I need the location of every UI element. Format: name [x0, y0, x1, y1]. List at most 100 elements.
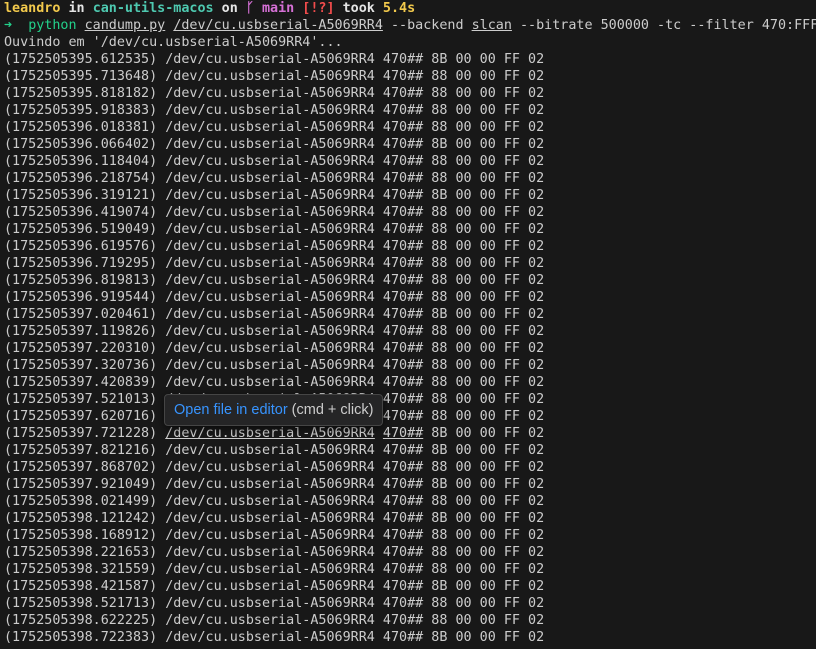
- frame-device[interactable]: /dev/cu.usbserial-A5069RR4: [165, 171, 375, 186]
- frame-data: 8B 00 00 FF 02: [431, 137, 545, 152]
- frame-device[interactable]: /dev/cu.usbserial-A5069RR4: [165, 579, 375, 594]
- frame-device[interactable]: /dev/cu.usbserial-A5069RR4: [165, 256, 375, 271]
- frame-device[interactable]: /dev/cu.usbserial-A5069RR4: [165, 69, 375, 84]
- frame-data: 88 00 00 FF 02: [431, 154, 545, 169]
- frame-data: 88 00 00 FF 02: [431, 596, 545, 611]
- frame-device[interactable]: /dev/cu.usbserial-A5069RR4: [165, 562, 375, 577]
- command-device-link[interactable]: /dev/cu.usbserial-A5069RR4: [173, 18, 383, 33]
- frame-timestamp: (1752505397.868702): [4, 460, 158, 475]
- prompt-user: leandro: [4, 1, 61, 16]
- frame-row: (1752505396.218754) /dev/cu.usbserial-A5…: [4, 170, 816, 187]
- frame-data: 88 00 00 FF 02: [431, 171, 545, 186]
- frame-data: 88 00 00 FF 02: [431, 613, 545, 628]
- frame-device[interactable]: /dev/cu.usbserial-A5069RR4: [165, 120, 375, 135]
- frame-row: (1752505396.118404) /dev/cu.usbserial-A5…: [4, 153, 816, 170]
- frame-device[interactable]: /dev/cu.usbserial-A5069RR4: [165, 86, 375, 101]
- frame-row: (1752505395.713648) /dev/cu.usbserial-A5…: [4, 68, 816, 85]
- frame-device[interactable]: /dev/cu.usbserial-A5069RR4: [165, 358, 375, 373]
- frame-row: (1752505397.821216) /dev/cu.usbserial-A5…: [4, 442, 816, 459]
- frame-device[interactable]: /dev/cu.usbserial-A5069RR4: [165, 307, 375, 322]
- frame-timestamp: (1752505397.721228): [4, 426, 158, 441]
- frame-id: 470##: [382, 188, 424, 203]
- frame-row: (1752505396.419074) /dev/cu.usbserial-A5…: [4, 204, 816, 221]
- frame-device[interactable]: /dev/cu.usbserial-A5069RR4: [165, 222, 375, 237]
- frame-row: (1752505398.121242) /dev/cu.usbserial-A5…: [4, 510, 816, 527]
- frame-data: 88 00 00 FF 02: [431, 86, 545, 101]
- open-file-link[interactable]: Open file in editor: [174, 402, 288, 418]
- frame-row: (1752505397.220310) /dev/cu.usbserial-A5…: [4, 340, 816, 357]
- frame-id: 470##: [382, 511, 424, 526]
- frame-device[interactable]: /dev/cu.usbserial-A5069RR4: [165, 239, 375, 254]
- frame-row: (1752505397.721228) /dev/cu.usbserial-A5…: [4, 425, 816, 442]
- frame-device[interactable]: /dev/cu.usbserial-A5069RR4: [165, 52, 375, 67]
- prompt-directory: can-utils-macos: [92, 1, 214, 16]
- frame-row: (1752505395.612535) /dev/cu.usbserial-A5…: [4, 51, 816, 68]
- frame-device[interactable]: /dev/cu.usbserial-A5069RR4: [165, 103, 375, 118]
- frame-id: 470##: [382, 392, 424, 407]
- frame-id: 470##: [382, 324, 424, 339]
- command-script-link[interactable]: candump.py: [85, 18, 166, 33]
- frame-device[interactable]: /dev/cu.usbserial-A5069RR4: [165, 324, 375, 339]
- frame-device[interactable]: /dev/cu.usbserial-A5069RR4: [165, 290, 375, 305]
- frame-device[interactable]: /dev/cu.usbserial-A5069RR4: [165, 426, 375, 441]
- command-program: python: [28, 18, 77, 33]
- frame-device[interactable]: /dev/cu.usbserial-A5069RR4: [165, 205, 375, 220]
- frame-device[interactable]: /dev/cu.usbserial-A5069RR4: [165, 528, 375, 543]
- frame-timestamp: (1752505397.320736): [4, 358, 158, 373]
- frame-device[interactable]: /dev/cu.usbserial-A5069RR4: [165, 477, 375, 492]
- frame-id: 470##: [382, 52, 424, 67]
- frame-device[interactable]: /dev/cu.usbserial-A5069RR4: [165, 341, 375, 356]
- frame-row: (1752505397.320736) /dev/cu.usbserial-A5…: [4, 357, 816, 374]
- frame-device[interactable]: /dev/cu.usbserial-A5069RR4: [165, 511, 375, 526]
- frame-data: 88 00 00 FF 02: [431, 494, 545, 509]
- frame-row: (1752505396.819813) /dev/cu.usbserial-A5…: [4, 272, 816, 289]
- frame-timestamp: (1752505396.018381): [4, 120, 158, 135]
- frame-data: 88 00 00 FF 02: [431, 103, 545, 118]
- frame-data: 8B 00 00 FF 02: [431, 630, 545, 645]
- frame-device[interactable]: /dev/cu.usbserial-A5069RR4: [165, 545, 375, 560]
- frame-timestamp: (1752505398.121242): [4, 511, 158, 526]
- frame-row: (1752505398.622225) /dev/cu.usbserial-A5…: [4, 612, 816, 629]
- frame-device[interactable]: /dev/cu.usbserial-A5069RR4: [165, 188, 375, 203]
- frame-device[interactable]: /dev/cu.usbserial-A5069RR4: [165, 494, 375, 509]
- frame-id: 470##: [382, 443, 424, 458]
- frame-device[interactable]: /dev/cu.usbserial-A5069RR4: [165, 443, 375, 458]
- frame-data: 88 00 00 FF 02: [431, 256, 545, 271]
- frame-device[interactable]: /dev/cu.usbserial-A5069RR4: [165, 596, 375, 611]
- frame-id: 470##: [382, 579, 424, 594]
- frame-id: 470##: [382, 154, 424, 169]
- frame-list: (1752505395.612535) /dev/cu.usbserial-A5…: [4, 51, 816, 646]
- frame-device[interactable]: /dev/cu.usbserial-A5069RR4: [165, 375, 375, 390]
- frame-timestamp: (1752505397.620716): [4, 409, 158, 424]
- frame-data: 88 00 00 FF 02: [431, 69, 545, 84]
- command-backend-link[interactable]: slcan: [472, 18, 512, 33]
- frame-timestamp: (1752505396.419074): [4, 205, 158, 220]
- frame-device[interactable]: /dev/cu.usbserial-A5069RR4: [165, 273, 375, 288]
- frame-device[interactable]: /dev/cu.usbserial-A5069RR4: [165, 154, 375, 169]
- frame-row: (1752505398.321559) /dev/cu.usbserial-A5…: [4, 561, 816, 578]
- frame-id: 470##: [382, 290, 424, 305]
- tooltip-hint: (cmd + click): [287, 402, 374, 418]
- frame-row: (1752505395.818182) /dev/cu.usbserial-A5…: [4, 85, 816, 102]
- frame-data: 88 00 00 FF 02: [431, 358, 545, 373]
- frame-device[interactable]: /dev/cu.usbserial-A5069RR4: [165, 460, 375, 475]
- frame-device[interactable]: /dev/cu.usbserial-A5069RR4: [165, 137, 375, 152]
- frame-timestamp: (1752505396.919544): [4, 290, 158, 305]
- frame-timestamp: (1752505397.420839): [4, 375, 158, 390]
- frame-row: (1752505398.221653) /dev/cu.usbserial-A5…: [4, 544, 816, 561]
- frame-device[interactable]: /dev/cu.usbserial-A5069RR4: [165, 630, 375, 645]
- terminal-output[interactable]: leandro in can-utils-macos on ᚴ main [!?…: [0, 0, 816, 649]
- shell-prompt: leandro in can-utils-macos on ᚴ main [!?…: [4, 0, 816, 17]
- frame-data: 88 00 00 FF 02: [431, 528, 545, 543]
- frame-id: 470##: [382, 409, 424, 424]
- prompt-took-label: took: [334, 1, 383, 16]
- frame-timestamp: (1752505397.821216): [4, 443, 158, 458]
- frame-device[interactable]: /dev/cu.usbserial-A5069RR4: [165, 613, 375, 628]
- listening-message: Ouvindo em '/dev/cu.usbserial-A5069RR4'.…: [4, 35, 343, 50]
- frame-data: 88 00 00 FF 02: [431, 375, 545, 390]
- frame-timestamp: (1752505395.818182): [4, 86, 158, 101]
- frame-id: 470##: [382, 205, 424, 220]
- frame-row: (1752505398.021499) /dev/cu.usbserial-A5…: [4, 493, 816, 510]
- frame-data: 8B 00 00 FF 02: [431, 426, 545, 441]
- frame-timestamp: (1752505398.021499): [4, 494, 158, 509]
